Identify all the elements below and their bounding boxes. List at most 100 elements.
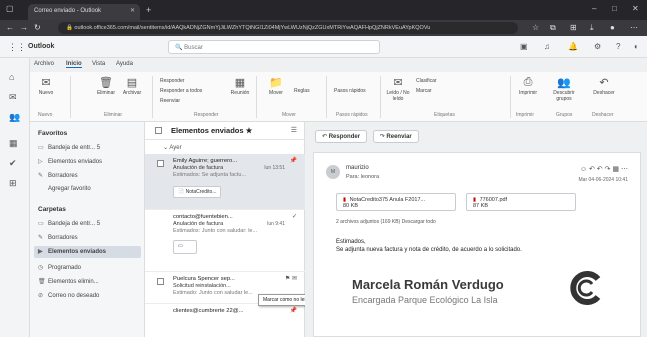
url-text: outlook.office365.com/mail/sentitems/id/… <box>74 25 431 31</box>
tab-vista[interactable]: Vista <box>92 61 105 67</box>
profile-icon[interactable]: ● <box>610 23 615 32</box>
menu-dots-icon[interactable]: ⋯ <box>630 23 638 32</box>
folders-header[interactable]: Carpetas <box>38 206 66 213</box>
new-tab-button[interactable]: + <box>146 5 151 15</box>
new-mail-button[interactable]: ✉ Nuevo <box>32 76 60 96</box>
print-button[interactable]: ⎙ Imprimir <box>514 76 542 96</box>
app-launcher-icon[interactable]: ⋮⋮ <box>8 42 26 53</box>
folder-pane: Favoritos ▭ Bandeja de entr... 5 ▷ Element… <box>30 122 145 337</box>
folder-item[interactable]: 🗑 Elementos elimin... <box>38 278 99 285</box>
read-unread-button[interactable]: ✉ Leído / No leído <box>384 76 412 102</box>
ribbon-divider <box>256 76 257 118</box>
folder-item[interactable]: ▭ Bandeja de entr... 5 <box>38 220 100 227</box>
filter-icon[interactable]: ☰ <box>291 126 297 134</box>
url-input[interactable]: 🔒 outlook.office365.com/mail/sentitems/i… <box>58 22 518 34</box>
folder-item[interactable]: ⊘ Correo no deseado <box>38 292 99 299</box>
select-all-checkbox[interactable] <box>155 127 162 134</box>
new-mail-label: Nuevo <box>38 90 54 96</box>
message-date: lun 9:41 <box>267 221 285 227</box>
rules-button[interactable]: Reglas <box>294 88 310 94</box>
window-menu-icon[interactable]: ▢ <box>6 4 14 13</box>
move-button[interactable]: 📁 Mover <box>262 76 290 96</box>
star-icon[interactable]: ★ <box>246 126 253 135</box>
pin-icon[interactable]: 📌 <box>290 307 297 314</box>
tab-archivo[interactable]: Archivo <box>34 61 54 67</box>
message-checkbox[interactable] <box>157 160 164 167</box>
undo-button[interactable]: ↶ Deshacer <box>590 76 618 96</box>
envelope-open-icon: ✉ <box>393 77 403 89</box>
favorites-header[interactable]: Favoritos <box>38 130 67 137</box>
attachment-file[interactable]: ▮ NotaCredito375 Anula F2017... 80 KB <box>336 193 456 211</box>
collections-icon[interactable]: ⊞ <box>570 23 577 32</box>
forward-button[interactable]: ↷ Reenviar <box>372 130 419 143</box>
forward-button[interactable]: Reenviar <box>160 98 180 104</box>
refresh-icon[interactable]: ↻ <box>34 23 41 32</box>
favorites-star-icon[interactable]: ☆ <box>532 23 539 32</box>
reply-button[interactable]: Responder <box>160 78 184 84</box>
sender-name[interactable]: maurizio <box>346 165 369 171</box>
folder-item[interactable]: ◷ Programado <box>38 264 81 271</box>
app-name[interactable]: Outlook <box>28 43 54 50</box>
home-icon[interactable]: ⌂ <box>9 72 14 82</box>
forward-icon[interactable]: → <box>20 23 28 32</box>
minimize-button[interactable]: – <box>592 4 596 13</box>
tab-ayuda[interactable]: Ayuda <box>116 61 133 67</box>
tab-inicio[interactable]: Inicio <box>66 61 82 68</box>
archive-button[interactable]: ▤ Archivar <box>118 76 146 96</box>
calendar-icon[interactable]: ▦ <box>9 138 18 149</box>
settings-gear-icon[interactable]: ⚙ <box>594 42 601 51</box>
pin-icon[interactable]: 📌 <box>290 157 297 164</box>
message-actions[interactable]: ☺ ↶ ↶ ↷ ▦ ⋯ <box>580 165 628 173</box>
discover-groups-button[interactable]: 👥 Descubrir grupos <box>550 76 578 102</box>
reply-all-button[interactable]: Responder a todos <box>160 88 202 94</box>
attachment-file[interactable]: ▮ 776007.pdf 87 KB <box>466 193 576 211</box>
message-subject: Solicitud reinstalación... <box>173 283 231 289</box>
message-checkbox[interactable] <box>157 278 164 285</box>
bell-icon[interactable]: ♫ <box>544 42 550 51</box>
reply-button[interactable]: ↶ Responder <box>315 130 368 143</box>
browser-tab[interactable]: Correo enviado - Outlook ✕ <box>28 4 140 20</box>
folder-item[interactable]: ✎ Borradores <box>38 172 78 179</box>
account-avatar[interactable]: ◐ <box>634 42 639 51</box>
quick-steps-dropdown[interactable]: Pasos rápidos <box>334 88 366 94</box>
apps-grid-icon[interactable]: ⊞ <box>9 178 17 189</box>
back-icon[interactable]: ← <box>6 23 14 32</box>
close-tab-icon[interactable]: ✕ <box>130 7 135 14</box>
folder-item[interactable]: ▭ Bandeja de entr... 5 <box>38 144 100 151</box>
todo-check-icon[interactable]: ✔ <box>9 158 17 169</box>
body-greeting: Estimados, <box>336 239 366 245</box>
message-item[interactable]: contacto@fuentebien... ✓ Anulación de fa… <box>145 210 305 272</box>
message-item[interactable]: Emily Aguirre; guerrero... 📌 Anulación d… <box>145 154 305 210</box>
delete-button[interactable]: 🗑 Eliminar <box>92 76 120 96</box>
help-icon[interactable]: ? <box>616 42 620 51</box>
folder-item[interactable]: ✎ Borradores <box>38 234 78 241</box>
notification-icon[interactable]: 🔔 <box>568 42 578 51</box>
attachment-chip[interactable]: 📄 NotaCredito... <box>173 186 222 198</box>
flag-icon[interactable]: ⚑ ✉ <box>285 275 297 282</box>
folder-item-sent-selected[interactable]: ▶ Elementos enviados <box>38 248 106 255</box>
mail-icon[interactable]: ✉ <box>9 92 17 103</box>
add-favorite-link[interactable]: Agregar favorito <box>38 186 91 192</box>
sender-avatar[interactable]: M <box>326 165 340 179</box>
group-header[interactable]: ⌄ Ayer <box>163 144 182 151</box>
folder-item[interactable]: ▷ Elementos enviados <box>38 158 102 165</box>
maximize-button[interactable]: □ <box>612 4 617 13</box>
check-icon[interactable]: ✓ <box>292 213 297 220</box>
meeting-button[interactable]: ▦ Reunión <box>226 76 254 96</box>
categorize-button[interactable]: Clasificar <box>416 78 437 84</box>
attachment-thumbnail[interactable]: ▭ <box>173 240 197 254</box>
outlook-header: ⋮⋮ Outlook 🔍 Buscar ▣ ♫ 🔔 ⚙ ? ◐ <box>0 36 647 58</box>
people-icon[interactable]: 👥 <box>9 112 20 123</box>
message-item[interactable]: clientes@cumbrerte 22@... 📌 <box>145 304 305 337</box>
download-all-link[interactable]: 2 archivos adjuntos (169 KB) Descargar t… <box>336 219 436 225</box>
extensions-icon[interactable]: ⧉ <box>550 23 556 33</box>
meeting-label: Reunión <box>230 90 250 96</box>
flag-button[interactable]: Marcar <box>416 88 432 94</box>
message-date: Mar 04-06-2024 10:41 <box>578 177 628 183</box>
download-icon[interactable]: ⤓ <box>590 23 594 33</box>
group-label-eliminar: Eliminar <box>104 112 123 118</box>
teams-icon[interactable]: ▣ <box>520 42 528 51</box>
close-window-button[interactable]: ✕ <box>632 4 639 13</box>
tab-strip: ▢ Correo enviado - Outlook ✕ + – □ ✕ <box>0 0 647 20</box>
search-input[interactable]: 🔍 Buscar <box>168 40 380 54</box>
